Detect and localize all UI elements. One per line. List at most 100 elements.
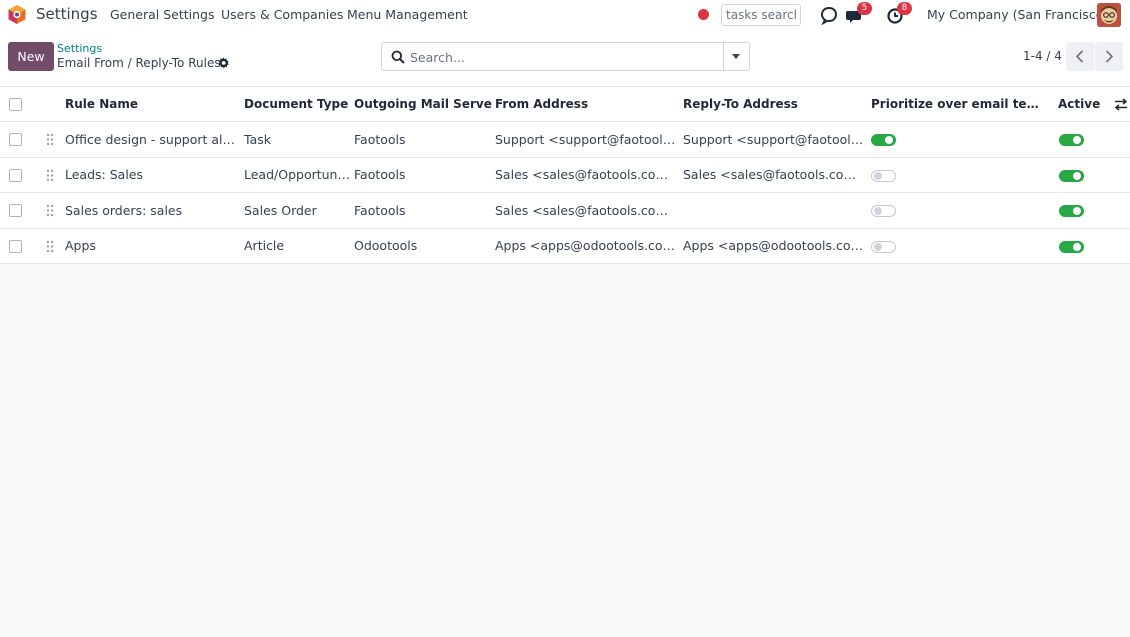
column-rule-name[interactable]: Rule Name [65, 87, 240, 121]
rules-list: Rule Name Document Type Outgoing Mail Se… [0, 87, 1130, 264]
cell-reply-to-address-text: Sales <sales@faotools.com> [683, 167, 865, 183]
cell-reply-to-address: Apps <apps@odootools.com> [683, 229, 865, 264]
cell-outgoing-mail-server: Faotools [354, 158, 492, 193]
cell-from-address: Support <support@faotools.c... [495, 122, 677, 157]
cell-outgoing-mail-server-text: Faotools [354, 202, 406, 218]
select-all-checkbox[interactable] [9, 98, 22, 111]
search-options-toggle[interactable] [723, 43, 749, 70]
drag-handle-icon[interactable] [46, 204, 54, 217]
cell-document-type: Article [244, 229, 350, 264]
cell-document-type: Lead/Opportunity [244, 158, 350, 193]
user-face-icon [1097, 3, 1121, 27]
cell-from-address-text: Sales <sales@faotools.com> [495, 202, 677, 218]
prioritize-toggle[interactable] [871, 240, 896, 253]
cell-from-address: Apps <apps@odootools.com> [495, 229, 677, 264]
cell-rule-name-text: Sales orders: sales [65, 202, 183, 218]
activities-button[interactable]: 8 [886, 2, 912, 25]
cell-document-type-text: Sales Order [244, 202, 317, 218]
new-button[interactable]: New [8, 42, 54, 71]
cell-rule-name: Leads: Sales [65, 158, 237, 193]
activities-badge: 8 [897, 2, 912, 15]
drag-handle-icon[interactable] [46, 169, 54, 182]
cell-document-type: Task [244, 122, 350, 157]
toggle-knob [874, 171, 882, 180]
menu-users-companies[interactable]: Users & Companies [221, 7, 343, 22]
odoo-logo-icon[interactable] [7, 4, 27, 25]
table-row[interactable]: Leads: Sales Lead/Opportunity Faotools Sale… [0, 158, 1130, 193]
toggle-knob [1073, 136, 1081, 144]
cell-reply-to-address-text: Support <support@faotools.c... [683, 131, 865, 147]
recording-indicator-icon[interactable] [698, 9, 709, 20]
pager-next-button[interactable] [1095, 42, 1123, 71]
cell-from-address-text: Apps <apps@odootools.com> [495, 238, 677, 254]
cell-rule-name-text: Leads: Sales [65, 167, 143, 183]
toggle-knob [874, 242, 882, 251]
messages-badge: 5 [857, 2, 872, 15]
cell-reply-to-address: Support <support@faotools.c... [683, 122, 865, 157]
user-avatar[interactable] [1097, 3, 1121, 27]
cell-from-address: Sales <sales@faotools.com> [495, 158, 677, 193]
prioritize-toggle[interactable] [871, 134, 896, 146]
control-panel: New Settings Email From / Reply-To Rules… [0, 30, 1130, 87]
cell-outgoing-mail-server-text: Odootools [354, 238, 418, 254]
active-toggle[interactable] [1059, 169, 1084, 182]
company-switcher[interactable]: My Company (San Francisco) [927, 7, 1108, 22]
table-row[interactable]: Apps Article Odootools Apps <apps@odootools… [0, 229, 1130, 264]
discuss-icon[interactable] [818, 5, 840, 25]
column-reply-to-address[interactable]: Reply-To Address [683, 87, 867, 121]
cell-reply-to-address [683, 193, 865, 228]
row-checkbox[interactable] [9, 168, 22, 182]
active-toggle[interactable] [1059, 134, 1084, 146]
cell-outgoing-mail-server-text: Faotools [354, 167, 406, 183]
active-toggle[interactable] [1059, 205, 1084, 217]
app-title[interactable]: Settings [36, 5, 98, 23]
optional-columns-icon[interactable] [1114, 98, 1128, 111]
column-active[interactable]: Active [1058, 87, 1108, 121]
column-outgoing-mail-server[interactable]: Outgoing Mail Server [354, 87, 492, 121]
cell-document-type-text: Article [244, 238, 285, 254]
breadcrumb-settings-link[interactable]: Settings [57, 42, 102, 55]
search-input[interactable] [410, 47, 720, 67]
prioritize-toggle[interactable] [871, 205, 896, 217]
drag-handle-icon[interactable] [46, 133, 54, 146]
chevron-left-icon [1075, 50, 1084, 63]
gear-icon[interactable] [217, 57, 230, 70]
search-bar [381, 42, 750, 71]
row-checkbox[interactable] [9, 204, 22, 217]
table-row[interactable]: Office design - support always Task Faotoo… [0, 122, 1130, 158]
toggle-knob [1073, 171, 1081, 180]
cell-document-type-text: Task [244, 131, 271, 147]
column-prioritize-label: Prioritize over email templ... [871, 97, 1051, 111]
toggle-knob [1073, 242, 1081, 251]
cell-rule-name: Office design - support always [65, 122, 237, 157]
cell-outgoing-mail-server: Faotools [354, 122, 492, 157]
tasks-search-input[interactable] [721, 4, 801, 26]
cell-outgoing-mail-server: Faotools [354, 193, 492, 228]
pager-previous-button[interactable] [1066, 42, 1094, 71]
menu-menu-management[interactable]: Menu Management [347, 7, 468, 22]
prioritize-toggle[interactable] [871, 169, 896, 182]
top-navbar: Settings General Settings Users & Compan… [0, 0, 1130, 30]
table-row[interactable]: Sales orders: sales Sales Order Faotools Sa… [0, 193, 1130, 229]
row-checkbox[interactable] [9, 239, 22, 253]
page-title: Email From / Reply-To Rules [57, 56, 221, 70]
list-header: Rule Name Document Type Outgoing Mail Se… [0, 87, 1130, 122]
menu-general-settings[interactable]: General Settings [110, 7, 215, 22]
chevron-right-icon [1105, 50, 1114, 63]
cell-reply-to-address-text: Apps <apps@odootools.com> [683, 238, 865, 254]
pager-value[interactable]: 1-4 / 4 [1023, 49, 1062, 63]
cell-outgoing-mail-server-text: Faotools [354, 131, 406, 147]
cell-rule-name: Sales orders: sales [65, 193, 237, 228]
cell-rule-name-text: Office design - support always [65, 131, 237, 147]
column-from-address[interactable]: From Address [495, 87, 679, 121]
cell-from-address: Sales <sales@faotools.com> [495, 193, 677, 228]
row-checkbox[interactable] [9, 133, 22, 146]
column-prioritize[interactable]: Prioritize over email templ... [871, 87, 1051, 121]
active-toggle[interactable] [1059, 240, 1084, 253]
drag-handle-icon[interactable] [46, 240, 54, 253]
cell-from-address-text: Support <support@faotools.c... [495, 131, 677, 147]
toggle-knob [885, 136, 893, 144]
messages-button[interactable]: 5 [846, 2, 872, 25]
column-document-type[interactable]: Document Type [244, 87, 350, 121]
cell-document-type-text: Lead/Opportunity [244, 167, 350, 183]
